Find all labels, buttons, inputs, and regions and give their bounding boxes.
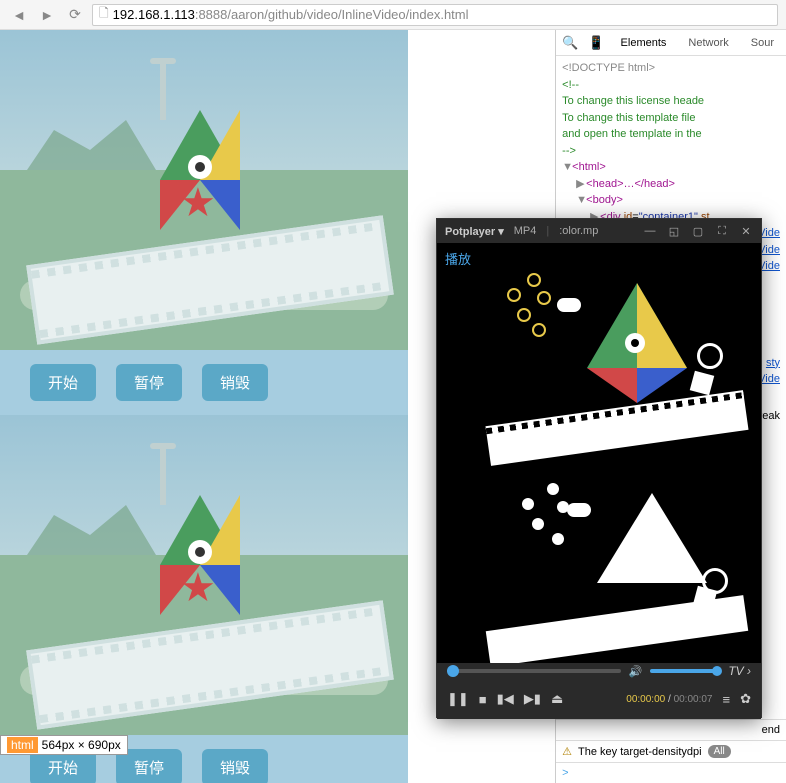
url-path: :8888/aaron/github/video/InlineVideo/ind… — [195, 7, 469, 22]
video-scene-1: ★ — [0, 30, 408, 350]
potplayer-file: :olor.mp — [559, 225, 598, 237]
url-bar[interactable]: 🗋 192.168.1.113:8888/aaron/github/video/… — [92, 4, 778, 26]
tab-elements[interactable]: Elements — [615, 33, 673, 53]
fullscreen-icon[interactable]: ⛶ — [715, 224, 729, 238]
device-icon[interactable]: 📱 — [588, 35, 604, 51]
close-icon[interactable]: ✕ — [739, 224, 753, 238]
potplayer-titlebar[interactable]: Potplayer ▾ MP4 | :olor.mp — ◱ ▢ ⛶ ✕ — [437, 219, 761, 243]
tooltip-dims: 564px × 690px — [42, 738, 121, 752]
destroy-button-2[interactable]: 销毁 — [202, 749, 268, 783]
element-size-tooltip: html 564px × 690px — [0, 735, 128, 755]
seek-slider[interactable] — [447, 669, 621, 673]
potplayer-video[interactable]: 播放 — [437, 243, 761, 663]
maximize-icon[interactable]: ▢ — [691, 224, 705, 238]
playlist-icon[interactable]: ≡ — [723, 692, 731, 707]
filter-all[interactable]: All — [708, 745, 731, 758]
potplayer-window[interactable]: Potplayer ▾ MP4 | :olor.mp — ◱ ▢ ⛶ ✕ 播放 — [436, 218, 762, 718]
start-button[interactable]: 开始 — [30, 364, 96, 401]
forward-button[interactable]: ► — [36, 4, 58, 26]
prev-icon[interactable]: ▮◀ — [497, 691, 514, 707]
console-input[interactable]: > — [556, 762, 786, 783]
tv-button[interactable]: TV › — [728, 664, 751, 678]
stop-icon[interactable]: ■ — [479, 692, 487, 707]
destroy-button[interactable]: 销毁 — [202, 364, 268, 401]
volume-slider[interactable] — [650, 669, 720, 673]
pause-icon[interactable]: ❚❚ — [447, 691, 469, 707]
devtools-status: end — [556, 719, 786, 740]
potplayer-format: MP4 — [514, 225, 537, 237]
controls-row-1: 开始 暂停 销毁 — [0, 350, 408, 415]
video-scene-2: ★ — [0, 415, 408, 735]
tab-network[interactable]: Network — [682, 33, 734, 53]
devtools-filter: ⚠ The key target-densitydpi All — [556, 740, 786, 762]
minimize-icon[interactable]: — — [643, 224, 657, 238]
next-icon[interactable]: ▶▮ — [524, 691, 541, 707]
url-host: 192.168.1.113 — [113, 7, 195, 22]
time-current: 00:00:00 — [626, 694, 665, 705]
content-column: ★ 开始 暂停 销毁 — [0, 30, 408, 783]
reload-button[interactable]: ⟳ — [64, 4, 86, 26]
play-status-label: 播放 — [445, 249, 471, 268]
potplayer-controls: 🔊 TV › ❚❚ ■ ▮◀ ▶▮ ⏏ 00:00:00 / 00:00:07 … — [437, 663, 761, 719]
page-icon: 🗋 — [99, 4, 109, 25]
back-button[interactable]: ◄ — [8, 4, 30, 26]
browser-toolbar: ◄ ► ⟳ 🗋 192.168.1.113:8888/aaron/github/… — [0, 0, 786, 30]
search-icon[interactable]: 🔍 — [562, 35, 578, 51]
open-icon[interactable]: ⏏ — [551, 691, 563, 707]
settings-icon[interactable]: ✿ — [740, 691, 751, 707]
devtools-toolbar: 🔍 📱 Elements Network Sour — [556, 30, 786, 56]
tooltip-tag: html — [7, 737, 38, 753]
restore-icon[interactable]: ◱ — [667, 224, 681, 238]
tab-sources[interactable]: Sour — [745, 33, 780, 53]
volume-icon[interactable]: 🔊 — [629, 665, 643, 678]
potplayer-name: Potplayer ▾ — [445, 225, 504, 238]
pause-button[interactable]: 暂停 — [116, 364, 182, 401]
time-total: 00:00:07 — [674, 694, 713, 705]
